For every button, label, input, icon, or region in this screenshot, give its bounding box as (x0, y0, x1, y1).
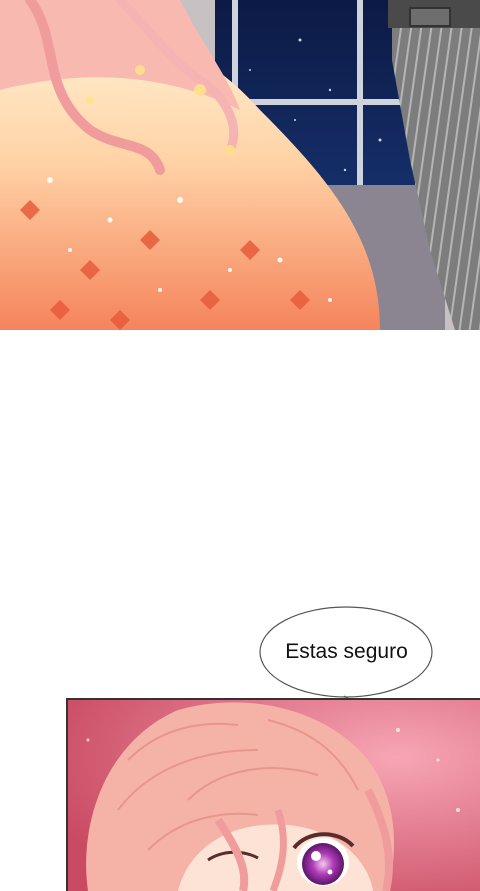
panel-girl-closeup-art (68, 700, 480, 891)
speech-bubble: Estas seguro (259, 604, 434, 700)
panel-night-window-art (0, 0, 480, 330)
panel-night-window (0, 0, 480, 330)
panel-girl-closeup (66, 698, 480, 891)
comic-page: Estas seguro (0, 0, 480, 891)
speech-bubble-text: Estas seguro (285, 640, 408, 663)
